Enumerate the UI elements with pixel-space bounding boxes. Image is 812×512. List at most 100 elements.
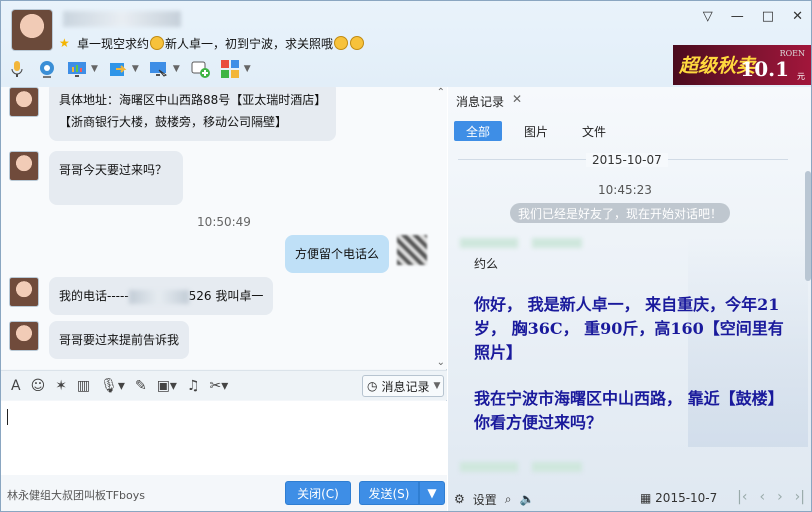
next-page-icon[interactable]: ›: [777, 489, 783, 505]
message-list[interactable]: 具体地址：海曙区中山西路88号【亚太瑞时酒店】 【浙商银行大楼，鼓楼旁，移动公司…: [1, 87, 447, 369]
chat-toolbar: ▼ ▼ ▼ ▼: [7, 56, 251, 82]
remote-desktop-button[interactable]: ▼: [67, 56, 98, 82]
filter-all[interactable]: 全部: [454, 121, 503, 141]
star-icon: ★: [59, 36, 70, 50]
message-line: 哥哥要过来提前告诉我: [59, 333, 180, 347]
message-line: 526 我叫卓一: [188, 289, 264, 303]
send-file-button[interactable]: ▼: [108, 56, 139, 82]
emoji-icon[interactable]: ☺: [31, 378, 46, 394]
file-transfer-icon: [109, 63, 127, 76]
gear-icon[interactable]: ⚙: [454, 492, 465, 506]
monitor-chart-icon: [68, 62, 86, 77]
filter-images[interactable]: 图片: [512, 121, 560, 141]
music-icon[interactable]: ♫: [187, 378, 200, 394]
screen-share-button[interactable]: ▼: [149, 56, 180, 82]
avatar[interactable]: [11, 9, 53, 51]
minimize-button[interactable]: —: [731, 9, 744, 24]
apps-button[interactable]: ▼: [220, 56, 251, 82]
search-icon[interactable]: ⌕: [505, 492, 512, 507]
footer-ad-link[interactable]: 林永健组大叔团叫板TFboys: [7, 487, 145, 503]
message-item: 哥哥要过来提前告诉我: [9, 321, 190, 359]
maximize-button[interactable]: □: [762, 9, 774, 24]
microphone-icon: [11, 61, 23, 77]
message-history-button[interactable]: ◷ 消息记录 ▼: [362, 375, 444, 397]
chevron-down-icon[interactable]: ▼: [132, 64, 139, 74]
send-button[interactable]: 发送(S): [359, 481, 419, 505]
message-item: 我的电话----- 526 我叫卓一: [9, 277, 274, 315]
collapse-down-icon[interactable]: ⌄: [437, 357, 445, 368]
history-footer: ⚙ 设置 ⌕ 🔈 ▦ 2015-10-7 |‹ ‹ › ›|: [448, 485, 811, 511]
last-page-icon[interactable]: ›|: [795, 489, 805, 505]
message-line: 【浙商银行大楼，鼓楼旁，移动公司隔壁】: [59, 115, 288, 129]
skin-dropdown-button[interactable]: ▽: [703, 9, 713, 24]
history-message: 我在宁波市海曙区中山西路， 靠近【鼓楼】你看方便过来吗？: [474, 389, 784, 432]
previous-page-icon[interactable]: ‹: [759, 489, 765, 505]
sender-name-redacted: [460, 235, 588, 248]
avatar[interactable]: [9, 321, 39, 351]
close-history-icon[interactable]: ✕: [512, 92, 522, 106]
filter-files[interactable]: 文件: [570, 121, 618, 141]
voice-message-icon[interactable]: 🎙▾: [100, 378, 125, 394]
create-discussion-button[interactable]: [190, 56, 210, 82]
avatar[interactable]: [9, 151, 39, 181]
message-line: 具体地址：海曙区中山西路88号【亚太瑞时酒店】: [59, 93, 327, 107]
voice-call-button[interactable]: [7, 56, 27, 82]
message-history-label: 消息记录: [381, 379, 430, 394]
chevron-down-icon[interactable]: ▼: [91, 64, 98, 74]
emoji-icon: [150, 36, 165, 50]
history-tab-title: 消息记录: [456, 95, 505, 109]
signature-text: 卓一现空求约: [77, 37, 150, 51]
avatar[interactable]: [9, 277, 39, 307]
chat-pane: 具体地址：海曙区中山西路88号【亚太瑞时酒店】 【浙商银行大楼，鼓楼旁，移动公司…: [1, 87, 447, 511]
send-options-button[interactable]: ▼: [419, 481, 445, 505]
font-icon[interactable]: A: [11, 378, 21, 394]
clock-icon: ◷: [367, 379, 378, 393]
title-bar: ★ 卓一现空求约 新人卓一，初到宁波，求关照哦 ▽ — □ ✕ ▼ ▼ ▼ ▼ …: [1, 1, 811, 87]
chevron-down-icon[interactable]: ▼: [244, 64, 251, 74]
self-avatar-redacted: [397, 235, 428, 265]
first-page-icon[interactable]: |‹: [737, 489, 747, 505]
emoji-icon: [350, 36, 365, 50]
collapse-up-icon[interactable]: ⌃: [437, 87, 445, 98]
history-time: 10:45:23: [598, 183, 652, 197]
ad-banner[interactable]: 超级秋卖 ROEN 10.1 元: [673, 45, 811, 85]
close-button[interactable]: 关闭(C): [285, 481, 351, 505]
webcam-icon: [40, 61, 54, 78]
close-window-button[interactable]: ✕: [792, 9, 803, 24]
history-footer-date[interactable]: ▦ 2015-10-7: [640, 491, 717, 505]
message-input[interactable]: [1, 401, 447, 475]
apps-grid-icon: [220, 60, 239, 78]
image-icon[interactable]: ▣▾: [157, 378, 177, 394]
video-call-button[interactable]: [37, 56, 57, 82]
message-item: 具体地址：海曙区中山西路88号【亚太瑞时酒店】 【浙商银行大楼，鼓楼旁，移动公司…: [9, 87, 337, 141]
message-bubble: 具体地址：海曙区中山西路88号【亚太瑞时酒店】 【浙商银行大楼，鼓楼旁，移动公司…: [49, 87, 337, 141]
history-date: 2015-10-07: [586, 153, 668, 167]
history-message: 你好， 我是新人卓一， 来自重庆，今年21岁， 胸36C， 重90斤，高160【…: [474, 295, 784, 362]
message-line: 哥哥今天要过来吗？: [59, 163, 168, 177]
magic-icon[interactable]: ✶: [55, 378, 67, 394]
input-footer: 林永健组大叔团叫板TFboys 关闭(C) 发送(S) ▼: [1, 475, 447, 511]
history-pane: 消息记录 ✕ 全部 图片 文件 2015-10-07 10:45:23 我们已经…: [448, 87, 811, 511]
avatar[interactable]: [9, 87, 39, 117]
message-timestamp: 10:50:49: [197, 215, 251, 229]
contact-name-redacted: [63, 11, 181, 27]
message-line: 我的电话-----: [59, 289, 129, 303]
edit-icon[interactable]: ✎: [135, 378, 147, 394]
message-item-self: 方便留个电话么: [285, 235, 428, 273]
contact-signature: 卓一现空求约 新人卓一，初到宁波，求关照哦: [77, 35, 365, 52]
history-scrollbar-thumb[interactable]: [805, 171, 811, 281]
window-controls: ▽ — □ ✕: [703, 9, 803, 24]
emoji-icon: [334, 36, 349, 50]
chevron-down-icon: ▼: [433, 381, 441, 391]
text-cursor: [7, 409, 8, 425]
settings-label[interactable]: 设置: [473, 491, 497, 508]
ad-unit: 元: [797, 72, 805, 81]
chevron-down-icon[interactable]: ▼: [173, 64, 180, 74]
speaker-icon[interactable]: 🔈: [520, 492, 535, 506]
calendar-icon: ▦: [640, 491, 652, 505]
history-filter-tabs: 全部 图片 文件: [454, 121, 618, 141]
video-icon[interactable]: ▥: [77, 378, 90, 394]
scissors-icon[interactable]: ✂▾: [210, 378, 229, 394]
signature-tail: 新人卓一，初到宁波，求关照哦: [165, 37, 334, 51]
sender-name-redacted: [460, 459, 588, 472]
